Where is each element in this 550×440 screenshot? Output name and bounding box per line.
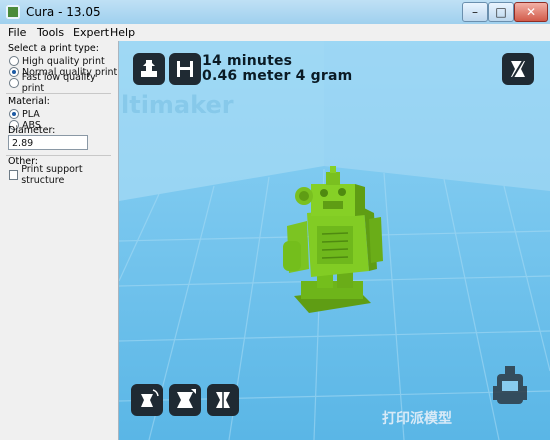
menu-help[interactable]: Help (110, 26, 135, 39)
scene-canvas: ltimaker (119, 41, 550, 440)
material-label: Material: (8, 96, 50, 107)
menu-tools[interactable]: Tools (37, 26, 64, 39)
menu-expert[interactable]: Expert (73, 26, 109, 39)
print-time-text: 14 minutes (202, 53, 293, 69)
radio-label: PLA (22, 108, 40, 120)
rotate-icon (133, 386, 161, 414)
print-material-text: 0.46 meter 4 gram (202, 68, 353, 84)
radio-circle[interactable] (9, 56, 19, 66)
menu-bar: File Tools Expert Help (0, 24, 550, 42)
close-button[interactable]: ✕ (514, 2, 548, 22)
checkbox-label: Print support structure (21, 164, 83, 186)
diameter-input[interactable]: 2.89 (8, 135, 88, 150)
watermark-text: 打印派模型 (382, 411, 452, 427)
radio-circle[interactable] (9, 78, 19, 88)
radio-circle[interactable] (9, 109, 19, 119)
view-mode-button[interactable] (502, 53, 534, 85)
load-model-button[interactable] (133, 53, 165, 85)
print-type-label: Select a print type: (8, 43, 99, 54)
rotate-button[interactable] (131, 384, 163, 416)
checkbox-box[interactable] (9, 170, 19, 180)
minimize-button[interactable]: – (462, 2, 488, 22)
machine-logo: ltimaker (121, 91, 234, 119)
load-model-icon (135, 55, 163, 83)
save-gcode-button[interactable] (169, 53, 201, 85)
title-bar: Cura - 13.05 – □ ✕ (0, 0, 550, 25)
view-mode-icon (504, 55, 532, 83)
divider (6, 93, 111, 94)
radio-label: Fast low quality print (21, 72, 96, 94)
window-title: Cura - 13.05 (26, 5, 101, 19)
radio-circle[interactable] (9, 67, 19, 77)
scale-button[interactable] (169, 384, 201, 416)
3d-viewport[interactable]: ltimaker (119, 41, 550, 440)
mirror-button[interactable] (207, 384, 239, 416)
maximize-button[interactable]: □ (488, 2, 514, 22)
radio-fast-quality[interactable]: Fast low quality print (9, 72, 118, 94)
save-gcode-icon (171, 55, 199, 83)
support-structure-checkbox[interactable]: Print support structure (9, 164, 118, 186)
cura-app-icon (6, 5, 20, 19)
menu-file[interactable]: File (8, 26, 26, 39)
scale-icon (171, 386, 199, 414)
mirror-icon (209, 386, 237, 414)
settings-panel: Select a print type: High quality print … (0, 41, 119, 440)
radio-label: High quality print (22, 55, 105, 67)
